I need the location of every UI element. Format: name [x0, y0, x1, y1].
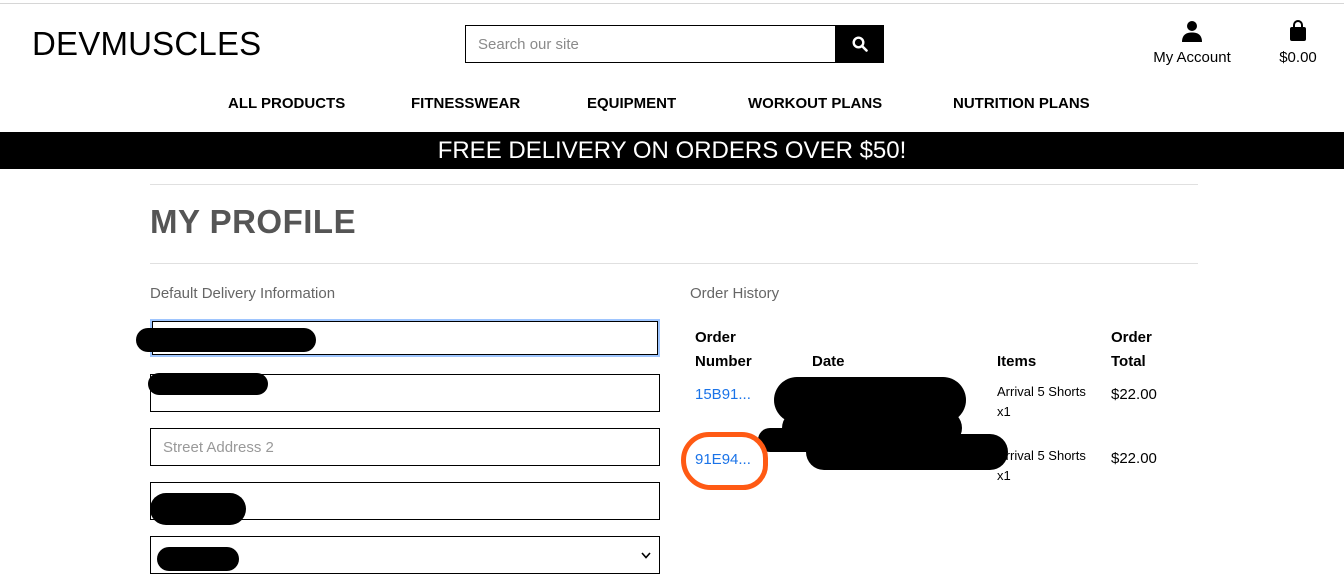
order-number-link[interactable]: 15B91...	[695, 386, 751, 403]
nav-equipment[interactable]: EQUIPMENT	[587, 95, 676, 112]
col-order-total: Order Total	[1111, 329, 1152, 370]
search-input[interactable]	[465, 25, 835, 63]
annotation-circle	[681, 432, 768, 490]
nav-fitnesswear[interactable]: FITNESSWEAR	[411, 95, 520, 112]
col-date: Date	[812, 353, 845, 370]
order-items: Arrival 5 Shorts x1	[997, 448, 1086, 483]
redaction-mark	[806, 434, 1008, 470]
nav-workout-plans[interactable]: WORKOUT PLANS	[748, 95, 882, 112]
redaction-mark	[136, 328, 316, 352]
search-button[interactable]	[835, 25, 884, 63]
order-total: $22.00	[1111, 386, 1157, 403]
search-bar	[465, 25, 884, 63]
user-icon	[1182, 21, 1202, 42]
chevron-down-icon	[641, 551, 651, 559]
nav-all-products[interactable]: ALL PRODUCTS	[228, 95, 345, 112]
redaction-mark	[157, 547, 239, 571]
order-items: Arrival 5 Shorts x1	[997, 384, 1086, 419]
nav-nutrition-plans[interactable]: NUTRITION PLANS	[953, 95, 1090, 112]
page-title: MY PROFILE	[150, 203, 357, 240]
col-order-number: Order Number	[695, 329, 752, 370]
site-logo[interactable]: DEVMUSCLES	[32, 25, 261, 63]
street-address-2-field[interactable]	[150, 428, 660, 466]
shopping-bag-link[interactable]: $0.00	[1268, 20, 1328, 66]
main-nav: ALL PRODUCTS FITNESSWEAR EQUIPMENT WORKO…	[0, 95, 1344, 117]
bag-total: $0.00	[1279, 49, 1317, 66]
divider	[150, 184, 1198, 185]
search-icon	[851, 36, 868, 52]
shopping-bag-icon	[1290, 20, 1306, 41]
delivery-banner: FREE DELIVERY ON ORDERS OVER $50!	[0, 132, 1344, 169]
delivery-info-heading: Default Delivery Information	[150, 285, 336, 302]
redaction-mark	[148, 373, 268, 395]
my-account-label: My Account	[1153, 49, 1231, 66]
order-history-heading: Order History	[690, 285, 780, 302]
order-total: $22.00	[1111, 450, 1157, 467]
divider	[150, 263, 1198, 264]
my-account-link[interactable]: My Account	[1140, 20, 1244, 66]
redaction-mark	[150, 493, 246, 525]
col-items: Items	[997, 353, 1037, 370]
top-divider	[0, 3, 1344, 4]
